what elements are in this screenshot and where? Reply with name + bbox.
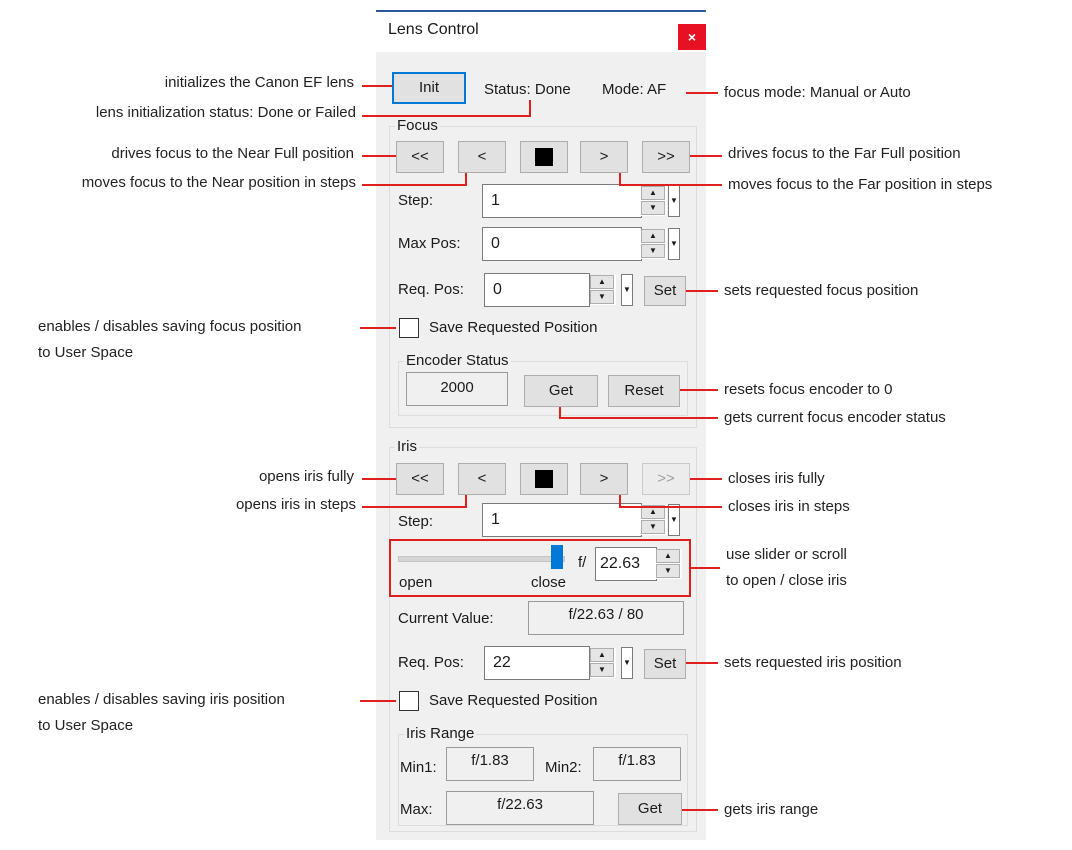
annotation-slider-line1: use slider or scroll xyxy=(726,546,847,563)
annotation-status: lens initialization status: Done or Fail… xyxy=(95,104,356,121)
annotation-focus-save-line1: enables / disables saving focus position xyxy=(38,318,302,335)
line-status xyxy=(362,100,531,117)
annotation-near-full: drives focus to the Near Full position xyxy=(111,145,354,162)
annotation-iris-save-line1: enables / disables saving iris position xyxy=(38,691,285,708)
annotation-iris-set: sets requested iris position xyxy=(724,654,902,671)
annotation-init: initializes the Canon EF lens xyxy=(164,74,354,91)
annotation-iris-close-full: closes iris fully xyxy=(728,470,825,487)
annotation-iris-close-step: closes iris in steps xyxy=(728,498,850,515)
line-get xyxy=(559,407,718,419)
line-far-step xyxy=(619,173,722,186)
annotation-reset: resets focus encoder to 0 xyxy=(724,381,893,398)
annotation-get: gets current focus encoder status xyxy=(724,409,946,426)
annotation-slider-line2: to open / close iris xyxy=(726,572,847,589)
line-iris-open-step xyxy=(362,495,467,508)
annotation-iris-open-full: opens iris fully xyxy=(258,468,354,485)
line-iris-close-step xyxy=(619,495,722,508)
annotation-focus-set: sets requested focus position xyxy=(724,282,919,299)
annotation-iris-save-line2: to User Space xyxy=(38,717,134,734)
line-near-step xyxy=(362,173,467,186)
annotation-iris-range: gets iris range xyxy=(724,801,819,818)
annotation-mode: focus mode: Manual or Auto xyxy=(724,84,911,101)
annotation-far-step: moves focus to the Far position in steps xyxy=(728,176,993,193)
annotation-focus-save-line2: to User Space xyxy=(38,344,134,361)
annotation-iris-open-step: opens iris in steps xyxy=(235,496,356,513)
annotation-near-step: moves focus to the Near position in step… xyxy=(81,174,356,191)
annotation-far-full: drives focus to the Far Full position xyxy=(728,145,961,162)
